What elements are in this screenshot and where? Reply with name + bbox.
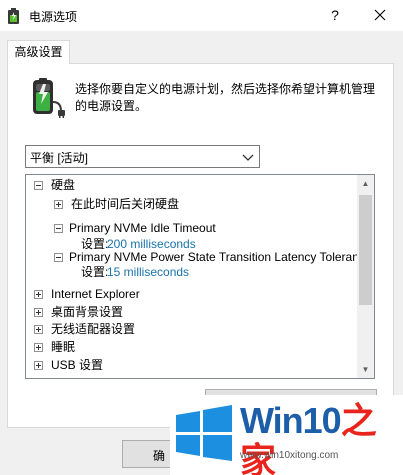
scroll-down-icon[interactable]: ▼ bbox=[357, 361, 374, 378]
expand-icon[interactable] bbox=[34, 361, 43, 370]
window-title: 电源选项 bbox=[29, 10, 78, 24]
collapse-icon[interactable] bbox=[54, 224, 63, 233]
expand-icon[interactable] bbox=[34, 325, 43, 334]
power-plan-select[interactable]: 平衡 [活动] bbox=[25, 145, 260, 168]
expand-icon[interactable] bbox=[34, 308, 43, 317]
help-label: ? bbox=[331, 7, 339, 23]
tree-item-label: 睡眠 bbox=[51, 340, 76, 354]
tree-item-label: 桌面背景设置 bbox=[51, 305, 124, 319]
ok-button-label: 确 bbox=[153, 449, 166, 463]
setting-label: 设置: bbox=[81, 265, 109, 279]
collapse-icon[interactable] bbox=[54, 253, 63, 262]
tree-scrollbar[interactable]: ▲ ▼ bbox=[357, 175, 374, 378]
title-bar: 电源选项 ? bbox=[0, 0, 403, 31]
settings-tree[interactable]: 硬盘 在此时间后关闭硬盘 Primary NVMe Idle Timeout 设… bbox=[25, 174, 375, 379]
watermark-title: Win10之家 bbox=[240, 401, 403, 475]
watermark: Win10之家 www.win10xitong.com bbox=[170, 395, 403, 475]
tree-item-label: Primary NVMe Idle Timeout bbox=[69, 221, 216, 235]
watermark-title-en: Win10 bbox=[240, 400, 342, 441]
power-plan-value: 平衡 [活动] bbox=[30, 151, 89, 165]
tree-item-label: 无线适配器设置 bbox=[51, 322, 136, 336]
close-button[interactable] bbox=[357, 0, 403, 31]
scroll-up-icon[interactable]: ▲ bbox=[357, 175, 374, 192]
description-text: 选择你要自定义的电源计划，然后选择你希望计算机管理的电源设置。 bbox=[75, 82, 376, 113]
chevron-down-icon bbox=[242, 154, 254, 161]
help-button[interactable]: ? bbox=[318, 0, 352, 31]
tab-advanced-settings[interactable]: 高级设置 bbox=[7, 40, 70, 64]
setting-value[interactable]: 15 milliseconds bbox=[107, 264, 189, 281]
scrollbar-thumb[interactable] bbox=[359, 195, 372, 305]
close-icon bbox=[374, 9, 386, 21]
expand-icon[interactable] bbox=[54, 200, 63, 209]
power-options-icon bbox=[8, 8, 19, 24]
tree-item-label: 硬盘 bbox=[51, 178, 76, 192]
battery-plug-icon bbox=[33, 78, 65, 118]
watermark-url: www.win10xitong.com bbox=[240, 450, 339, 461]
tree-item-label: 在此时间后关闭硬盘 bbox=[71, 197, 180, 211]
tree-item-label: USB 设置 bbox=[51, 358, 104, 372]
expand-icon[interactable] bbox=[34, 290, 43, 299]
tree-item-label: Internet Explorer bbox=[51, 287, 140, 301]
collapse-icon[interactable] bbox=[34, 181, 43, 190]
expand-icon[interactable] bbox=[34, 343, 43, 352]
windows-logo-icon bbox=[176, 405, 232, 461]
tab-label: 高级设置 bbox=[14, 45, 63, 59]
